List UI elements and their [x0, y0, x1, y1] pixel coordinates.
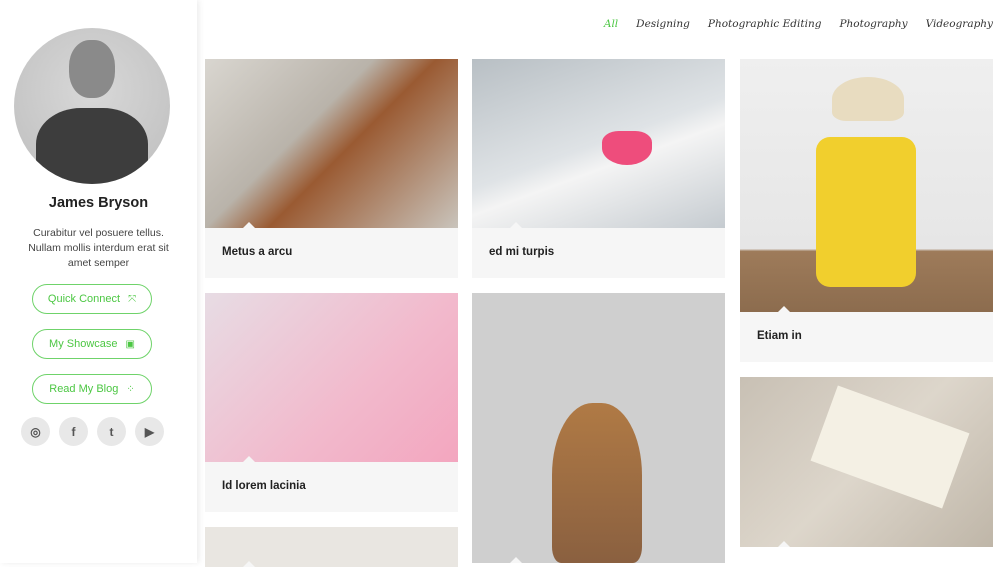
read-blog-button[interactable]: Read My Blog ⁘ [32, 374, 152, 404]
portfolio-card[interactable]: Metus a arcu [205, 59, 458, 278]
button-label: My Showcase [49, 338, 118, 350]
portfolio-image [472, 59, 725, 228]
image-icon: ▣ [125, 338, 135, 350]
filter-all[interactable]: All [604, 18, 618, 30]
my-showcase-button[interactable]: My Showcase ▣ [32, 329, 152, 359]
card-title: Metus a arcu [222, 246, 293, 258]
button-label: Quick Connect [47, 293, 121, 305]
twitter-icon[interactable]: t [97, 417, 126, 446]
profile-sidebar: James Bryson Curabitur vel posuere tellu… [0, 0, 197, 563]
portfolio-image [472, 293, 725, 563]
portfolio-image [205, 527, 458, 567]
portfolio-image [205, 59, 458, 228]
filter-nav: All Designing Photographic Editing Photo… [604, 18, 993, 30]
portfolio-card[interactable] [740, 377, 993, 547]
filter-videography[interactable]: Videography [926, 18, 993, 30]
card-title: Etiam in [757, 330, 802, 342]
facebook-icon[interactable]: f [59, 417, 88, 446]
social-links: ◎ f t ▶ [21, 417, 164, 446]
portfolio-card[interactable]: ed mi turpis [472, 59, 725, 278]
portfolio-card[interactable]: Etiam in [740, 59, 993, 362]
expand-icon: ⤧ [128, 293, 137, 305]
card-title: ed mi turpis [489, 246, 555, 258]
card-title: Id lorem lacinia [222, 480, 306, 492]
button-label: Read My Blog [49, 383, 119, 395]
spinner-icon: ⁘ [126, 383, 135, 395]
portfolio-card[interactable] [472, 293, 725, 563]
portfolio-image [740, 377, 993, 547]
portfolio-image [740, 59, 993, 312]
profile-bio: Curabitur vel posuere tellus. Nullam mol… [28, 227, 169, 269]
avatar [14, 28, 170, 184]
instagram-icon[interactable]: ◎ [21, 417, 50, 446]
quick-connect-button[interactable]: Quick Connect ⤧ [32, 284, 152, 314]
filter-photographic-editing[interactable]: Photographic Editing [708, 18, 822, 30]
portfolio-card[interactable]: Id lorem lacinia [205, 293, 458, 512]
filter-designing[interactable]: Designing [636, 18, 690, 30]
profile-name: James Bryson [48, 195, 149, 211]
portfolio-image [205, 293, 458, 462]
filter-photography[interactable]: Photography [839, 18, 907, 30]
youtube-icon[interactable]: ▶ [135, 417, 164, 446]
portfolio-card[interactable] [205, 527, 458, 567]
